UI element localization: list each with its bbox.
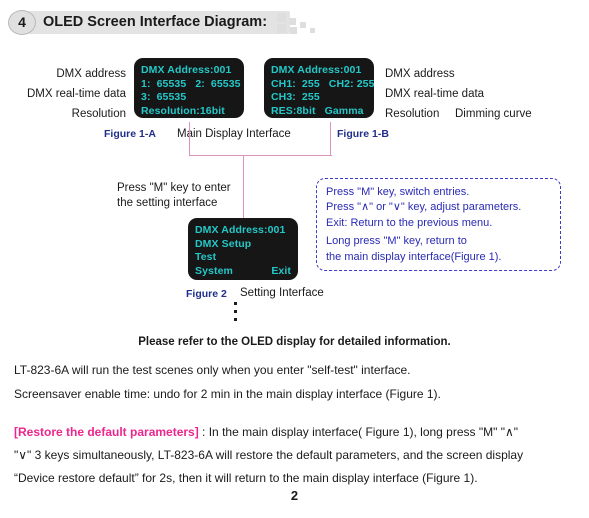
oled-a-line-1: DMX Address:001	[141, 64, 232, 76]
page-title: OLED Screen Interface Diagram:	[43, 14, 268, 30]
oled-setting-menu-row-system-exit: System Exit	[195, 265, 291, 279]
caption-main-display-interface: Main Display Interface	[177, 128, 291, 140]
connector-line-horizontal	[189, 155, 332, 157]
oled-screen-figure-2-setting: DMX Address:001 DMX Setup Test System Ex…	[188, 218, 298, 280]
note-press-m-key: Press "M" key to enter the setting inter…	[117, 181, 231, 211]
decorative-square	[310, 28, 315, 33]
ellipsis-dot	[233, 310, 237, 313]
body-line-4: "∨" 3 keys simultaneously, LT-823-6A wil…	[14, 448, 524, 462]
label-right-realtime-data: DMX real-time data	[385, 88, 485, 100]
instruction-line-1: Press "M" key, switch entries.	[326, 186, 470, 198]
caption-figure-1b: Figure 1-B	[337, 128, 389, 140]
instruction-line-3: Exit: Return to the previous menu.	[326, 216, 493, 229]
body-line-1: LT-823-6A will run the test scenes only …	[14, 363, 411, 377]
oled-setting-menu-dmx-setup: DMX Setup	[195, 237, 252, 250]
body-line-3: [Restore the default parameters] : In th…	[14, 424, 579, 441]
decorative-square	[277, 13, 286, 22]
oled-b-line-1: DMX Address:001	[271, 64, 362, 76]
oled-b-line-3: CH3: 255	[271, 91, 320, 104]
connector-line-from-figure-1b	[330, 122, 332, 156]
oled-setting-menu-test: Test	[195, 251, 217, 264]
connector-line-from-figure-1a	[189, 122, 191, 156]
oled-setting-line-1: DMX Address:001	[195, 224, 286, 236]
label-right-resolution: Resolution	[385, 108, 440, 120]
instruction-line-5: the main display interface(Figure 1).	[326, 250, 502, 263]
note-press-m-line-1: Press "M" key to enter	[117, 182, 231, 194]
decorative-square	[290, 27, 297, 34]
section-number-badge: 4	[8, 10, 36, 35]
refer-to-oled-note: Please refer to the OLED display for det…	[138, 336, 451, 348]
label-left-dmx-address: DMX address	[56, 68, 126, 80]
oled-b-line-2: CH1: 255 CH2: 255	[271, 77, 375, 90]
decorative-square	[289, 18, 296, 25]
instruction-line-4: Long press "M" key, return to	[326, 235, 467, 248]
oled-a-line-4: Resolution:16bit	[141, 104, 225, 117]
ellipsis-dot	[233, 302, 237, 305]
decorative-square	[277, 24, 286, 33]
oled-setting-menu-system: System	[195, 264, 233, 277]
label-left-resolution: Resolution	[71, 108, 126, 120]
label-left-realtime-data: DMX real-time data	[26, 88, 126, 100]
note-press-m-line-2: the setting interface	[117, 197, 218, 209]
decorative-square	[300, 22, 306, 28]
oled-a-line-3: 3: 65535	[141, 91, 187, 104]
caption-figure-1a: Figure 1-A	[104, 128, 156, 140]
oled-a-line-2: 1: 65535 2: 65535	[141, 77, 241, 90]
instruction-line-2: Press "∧" or "∨" key, adjust parameters.	[326, 201, 522, 214]
label-right-dmx-address: DMX address	[385, 68, 455, 80]
connector-line-to-setting-interface	[243, 155, 245, 219]
restore-default-tag: [Restore the default parameters]	[14, 425, 199, 439]
caption-setting-interface: Setting Interface	[240, 287, 324, 299]
oled-b-line-4: RES:8bit Gamma	[271, 104, 364, 117]
caption-figure-2: Figure 2	[186, 288, 227, 300]
oled-screen-figure-1b: DMX Address:001 CH1: 255 CH2: 255 CH3: 2…	[264, 58, 374, 118]
body-line-2: Screensaver enable time: undo for 2 min …	[14, 387, 441, 401]
instructions-callout-box: Press "M" key, switch entries. Press "∧"…	[316, 178, 561, 271]
page-number: 2	[290, 488, 299, 503]
label-right-dimming-curve: Dimming curve	[455, 108, 532, 120]
vertical-ellipsis	[232, 302, 238, 326]
ellipsis-dot	[233, 318, 237, 321]
oled-setting-menu-exit: Exit	[271, 264, 291, 277]
oled-screen-figure-1a: DMX Address:001 1: 65535 2: 65535 3: 655…	[134, 58, 244, 118]
body-line-5: “Device restore default” for 2s, then it…	[14, 471, 478, 485]
body-line-3-rest: : In the main display interface( Figure …	[198, 425, 519, 439]
